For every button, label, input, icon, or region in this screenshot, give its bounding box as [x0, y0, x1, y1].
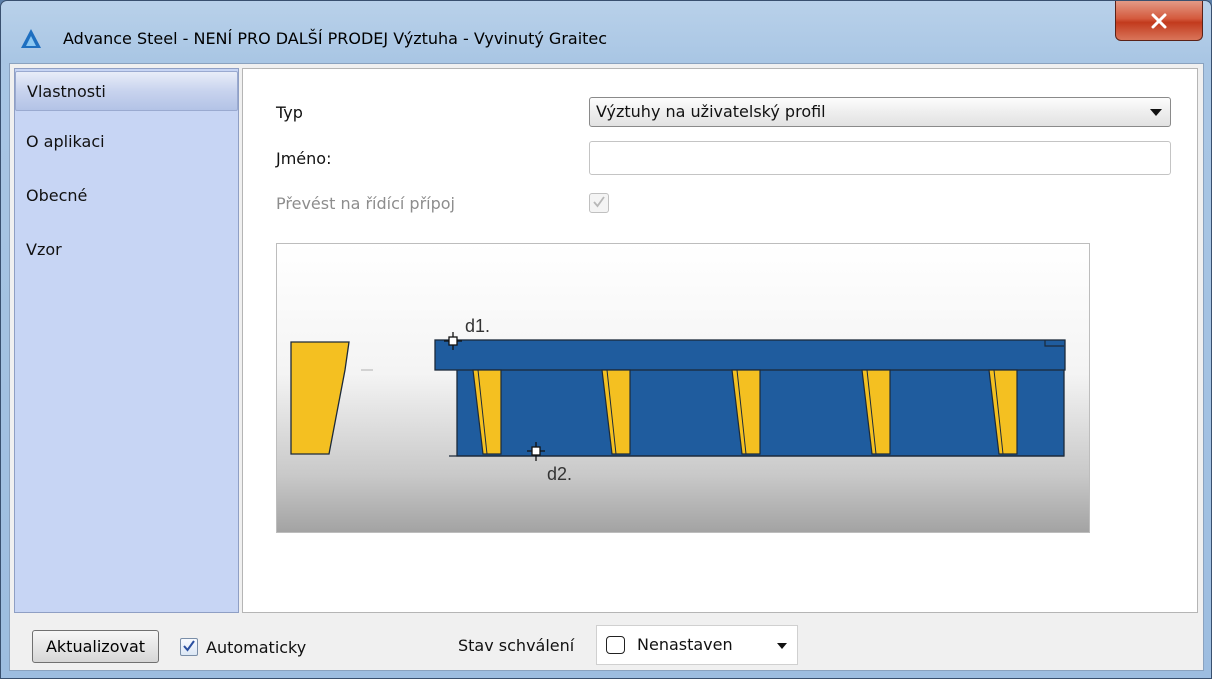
stiffener-preview: d1. d2. [276, 243, 1090, 533]
type-label: Typ [276, 103, 303, 122]
point-label-d2: d2. [547, 464, 573, 484]
approval-status-dropdown[interactable]: Nenastaven [596, 625, 798, 665]
automatic-checkbox[interactable] [180, 638, 198, 656]
beam-top-flange [434, 339, 1066, 371]
sidebar-item-vlastnosti[interactable]: Vlastnosti [15, 71, 238, 111]
title-bar[interactable]: Advance Steel - NENÍ PRO DALŠÍ PRODEJ Vý… [1, 1, 1211, 63]
dialog-window: Advance Steel - NENÍ PRO DALŠÍ PRODEJ Vý… [0, 0, 1212, 679]
properties-panel: Typ Výztuhy na uživatelský profil Jméno:… [242, 68, 1198, 613]
window-title: Advance Steel - NENÍ PRO DALŠÍ PRODEJ Vý… [63, 29, 608, 48]
checkmark-icon [592, 194, 606, 213]
update-button[interactable]: Aktualizovat [32, 630, 159, 663]
close-icon [1150, 13, 1168, 29]
name-input[interactable] [589, 141, 1171, 175]
type-dropdown-value: Výztuhy na uživatelský profil [596, 102, 826, 121]
bottom-toolbar: Aktualizovat Automaticky Stav schválení … [10, 616, 1203, 670]
approval-status-value: Nenastaven [637, 635, 733, 654]
stiffener-section-shape [290, 341, 350, 455]
sidebar: Vlastnosti O aplikaci Obecné Vzor [14, 68, 239, 613]
dialog-client-area: Vlastnosti O aplikaci Obecné Vzor Typ Vý… [9, 63, 1204, 671]
close-button[interactable] [1115, 1, 1203, 41]
chevron-down-icon [777, 643, 787, 649]
automatic-label: Automaticky [206, 638, 307, 657]
approval-status-label: Stav schválení [458, 636, 575, 655]
convert-label: Převést na řídící přípoj [276, 194, 455, 213]
convert-checkbox[interactable] [589, 193, 609, 213]
checkmark-icon [182, 638, 196, 657]
status-swatch-icon [606, 636, 625, 654]
stiffener-drawing [290, 332, 1066, 461]
type-dropdown[interactable]: Výztuhy na uživatelský profil [589, 97, 1171, 127]
advance-steel-logo-icon [19, 27, 43, 51]
sidebar-item-vzor[interactable]: Vzor [15, 230, 238, 270]
sidebar-item-obecne[interactable]: Obecné [15, 176, 238, 216]
chevron-down-icon [1150, 109, 1162, 116]
name-label: Jméno: [276, 149, 332, 168]
point-label-d1: d1. [465, 316, 491, 336]
sidebar-item-o-aplikaci[interactable]: O aplikaci [15, 122, 238, 162]
